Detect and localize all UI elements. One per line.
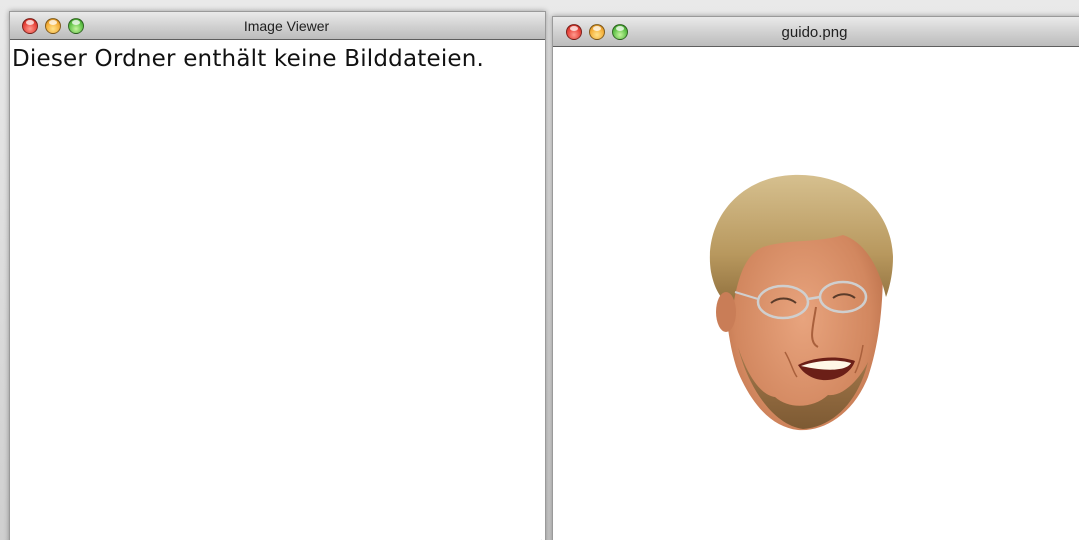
- title-bar[interactable]: guido.png: [553, 17, 1079, 47]
- desktop: Image Viewer Dieser Ordner enthält keine…: [0, 0, 1079, 540]
- title-bar[interactable]: Image Viewer: [10, 12, 545, 40]
- portrait-image: [709, 174, 893, 431]
- image-viewer-window[interactable]: Image Viewer Dieser Ordner enthält keine…: [9, 11, 546, 540]
- window-title: Image Viewer: [243, 18, 330, 34]
- window-title: guido.png: [781, 24, 848, 41]
- image-window[interactable]: guido.png: [552, 16, 1079, 540]
- empty-folder-message: Dieser Ordner enthält keine Bilddateien.: [12, 46, 485, 72]
- viewer-content: Dieser Ordner enthält keine Bilddateien.: [10, 40, 545, 540]
- image-content: [553, 47, 1079, 540]
